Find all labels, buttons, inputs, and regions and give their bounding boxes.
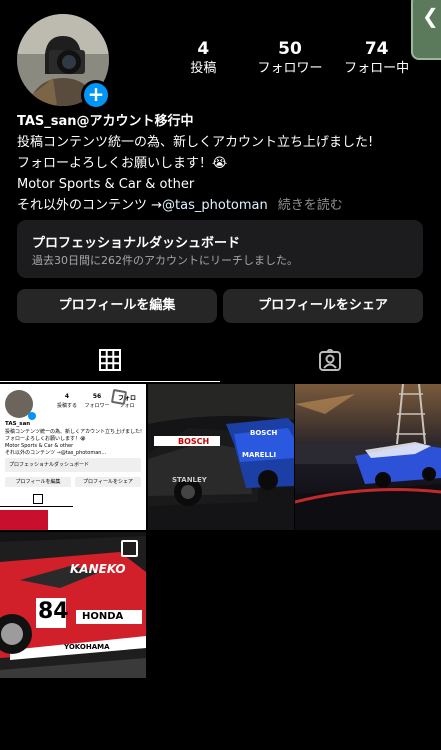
post1-share-button: プロフィールをシェア	[75, 477, 141, 487]
dashboard-subtitle: 過去30日間に262件のアカウントにリーチしました。	[32, 254, 298, 267]
post-tile-3[interactable]	[295, 384, 441, 530]
stat-followers-value: 50	[278, 39, 302, 59]
share-profile-button[interactable]: プロフィールをシェア	[223, 289, 423, 323]
professional-dashboard[interactable]: プロフェッショナルダッシュボード 過去30日間に262件のアカウントにリーチしま…	[17, 220, 423, 278]
profile-username: TAS_san@アカウント移行中	[17, 114, 194, 129]
post2-bosch-logo-2: BOSCH	[250, 429, 278, 437]
post-tile-1[interactable]: 4 56 フォロ 投稿する フォロワー フォロ TAS_san 投稿コンテンツ統…	[0, 384, 146, 530]
read-more-link[interactable]: 続きを読む	[278, 198, 343, 213]
post4-number: 84	[38, 599, 69, 624]
tab-grid[interactable]	[0, 338, 220, 382]
bio-line-3: Motor Sports & Car & other	[17, 177, 195, 192]
tagged-person-icon	[319, 349, 341, 371]
profile-avatar[interactable]: +	[17, 14, 111, 110]
grid-icon	[99, 349, 121, 371]
post2-stanley-logo: STANLEY	[172, 476, 207, 484]
bio-mention-link[interactable]: @tas_photoman	[162, 198, 268, 213]
post4-yokohama-logo: YOKOHAMA	[64, 643, 110, 651]
post1-stat-2: 56	[92, 393, 102, 400]
post-tile-2[interactable]: BOSCH BOSCH MARELLI STANLEY	[148, 384, 294, 530]
post4-kaneko-logo: KANEKO	[70, 562, 126, 576]
bio-line-4: それ以外のコンテンツ →@tas_photoman 続きを読む	[17, 195, 427, 216]
post1-username: TAS_san	[5, 421, 31, 427]
tab-tagged[interactable]	[220, 338, 440, 382]
post1-bio-4: それ以外のコンテンツ →@tas_photoman...	[5, 450, 107, 456]
post1-bio-1: 投稿コンテンツ統一の為、新しくアカウント立ち上げました!	[5, 429, 143, 435]
stat-followers-label: フォロワー	[257, 61, 323, 76]
stat-following-label: フォロー中	[344, 61, 410, 76]
post1-edit-button: プロフィールを編集	[5, 477, 71, 487]
dashboard-title: プロフェッショナルダッシュボード	[32, 236, 241, 251]
chevron-left-icon: ❮	[422, 4, 439, 28]
post1-bio-3: Motor Sports & Car & other	[5, 443, 74, 449]
post1-bio-2: フォローよろしくお願いします！😭	[5, 436, 86, 442]
post4-honda-logo: HONDA	[82, 611, 124, 622]
stat-following-value: 74	[364, 39, 389, 59]
post2-bosch-logo: BOSCH	[178, 437, 210, 446]
post1-dashboard: プロフェッショナルダッシュボード	[5, 458, 141, 472]
stat-following[interactable]: 74 フォロー中	[333, 38, 420, 78]
profile-tabs	[0, 338, 441, 382]
bio-line-4-prefix: それ以外のコンテンツ →	[17, 198, 163, 213]
profile-stats: 4 投稿 50 フォロワー 74 フォロー中	[160, 38, 420, 78]
stat-followers[interactable]: 50 フォロワー	[247, 38, 334, 78]
stat-posts[interactable]: 4 投稿	[160, 38, 247, 78]
post1-stat-1: 4	[64, 393, 70, 400]
stat-posts-value: 4	[197, 39, 210, 59]
post1-car-thumb	[0, 510, 48, 530]
post1-tab-underline	[0, 506, 73, 507]
add-story-plus-icon[interactable]: +	[81, 80, 111, 110]
post1-grid-icon	[33, 494, 43, 504]
bio-line-1: 投稿コンテンツ統一の為、新しくアカウント立ち上げました!	[17, 135, 374, 150]
post2-marelli-logo: MARELLI	[242, 451, 277, 459]
post-tile-4[interactable]: KANEKO 84 HONDA YOKOHAMA	[0, 532, 146, 678]
profile-bio: TAS_san@アカウント移行中 投稿コンテンツ統一の為、新しくアカウント立ち上…	[17, 111, 427, 216]
stat-posts-label: 投稿	[190, 61, 217, 76]
edit-profile-button[interactable]: プロフィールを編集	[17, 289, 217, 323]
bio-line-2: フォローよろしくお願いします！😭	[17, 156, 228, 171]
multi-photo-icon	[121, 540, 138, 557]
post1-plus-icon	[28, 412, 36, 420]
post1-stat-label-1: 投稿する	[56, 403, 77, 409]
post3-image	[295, 384, 441, 530]
post1-stat-label-2: フォロワー	[84, 403, 110, 409]
post1-multi-icon	[110, 388, 128, 406]
